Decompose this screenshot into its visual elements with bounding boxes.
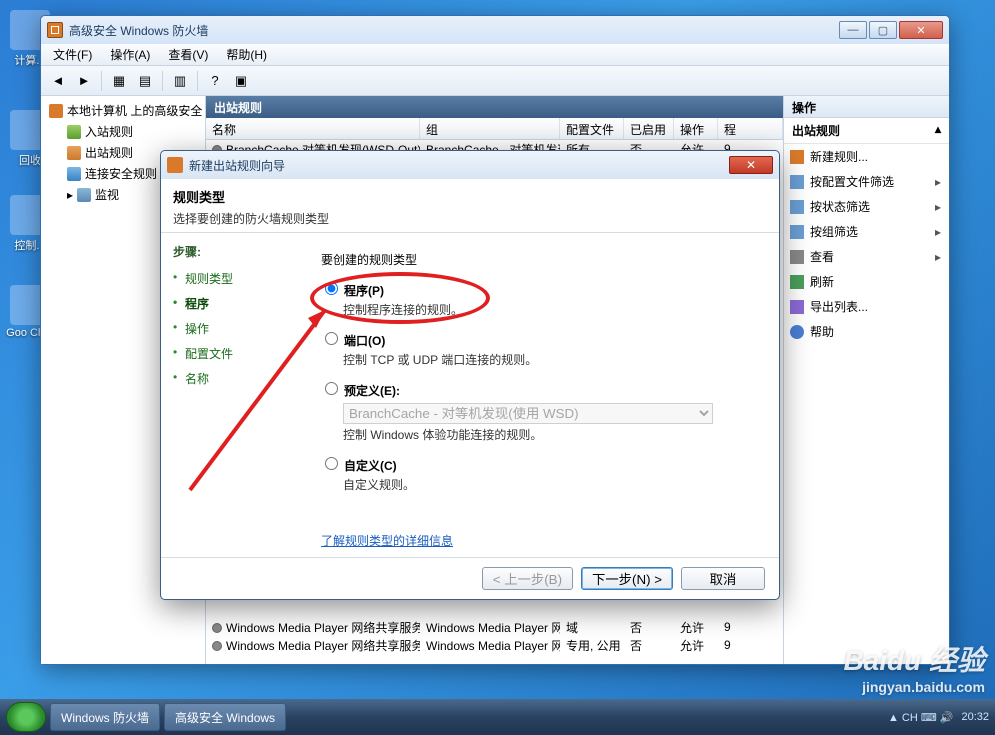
action-item[interactable]: 按状态筛选▸ [784, 194, 949, 219]
predefined-select: BranchCache - 对等机发现(使用 WSD) [343, 403, 713, 424]
firewall-icon [167, 157, 183, 173]
wizard-question: 要创建的规则类型 [321, 251, 759, 268]
minimize-button[interactable]: — [839, 21, 867, 39]
col-rest[interactable]: 程 [718, 118, 783, 139]
start-button[interactable] [6, 702, 46, 732]
action-item[interactable]: 按组筛选▸ [784, 219, 949, 244]
maximize-button[interactable]: ▢ [869, 21, 897, 39]
wizard-main: 要创建的规则类型 程序(P) 控制程序连接的规则。 端口(O) 控制 TCP 或… [311, 233, 779, 557]
option-port[interactable]: 端口(O) 控制 TCP 或 UDP 端口连接的规则。 [325, 332, 759, 368]
titlebar[interactable]: 高级安全 Windows 防火墙 — ▢ ✕ [41, 16, 949, 44]
wizard-step[interactable]: 操作 [173, 316, 299, 341]
taskbar: Windows 防火墙 高级安全 Windows ▲ CH ⌨ 🔊 20:32 [0, 699, 995, 735]
action-icon [790, 225, 804, 239]
table-row[interactable]: Windows Media Player 网络共享服务... Windows M… [206, 636, 783, 654]
option-program[interactable]: 程序(P) 控制程序连接的规则。 [325, 282, 759, 318]
tree-inbound[interactable]: 入站规则 [43, 121, 203, 142]
task-advsec[interactable]: 高级安全 Windows [164, 703, 286, 731]
window-title: 高级安全 Windows 防火墙 [69, 22, 833, 39]
watermark: Baidu 经验 jingyan.baidu.com [843, 639, 985, 695]
actions-header: 操作 [784, 96, 949, 118]
radio-custom[interactable] [325, 457, 338, 470]
back-button[interactable]: ◄ [47, 70, 69, 92]
wizard-step[interactable]: 名称 [173, 366, 299, 391]
menu-help[interactable]: 帮助(H) [218, 44, 275, 65]
table-header: 名称 组 配置文件 已启用 操作 程 [206, 118, 783, 140]
table-row[interactable]: Windows Media Player 网络共享服务... Windows M… [206, 618, 783, 636]
wizard-heading: 规则类型 [173, 187, 767, 206]
wizard-titlebar[interactable]: 新建出站规则向导 ✕ [161, 151, 779, 179]
col-profile[interactable]: 配置文件 [560, 118, 624, 139]
col-group[interactable]: 组 [420, 118, 560, 139]
tree-root[interactable]: 本地计算机 上的高级安全 Win [43, 100, 203, 121]
firewall-icon [49, 104, 63, 118]
action-icon [790, 150, 804, 164]
next-button[interactable]: 下一步(N) > [581, 567, 673, 590]
security-icon [67, 167, 81, 181]
panel-header: 出站规则 [206, 96, 783, 118]
new-rule-wizard: 新建出站规则向导 ✕ 规则类型 选择要创建的防火墙规则类型 步骤: 规则类型程序… [160, 150, 780, 600]
option-custom[interactable]: 自定义(C) 自定义规则。 [325, 457, 759, 493]
actions-subheader: 出站规则▴ [784, 118, 949, 144]
action-icon [790, 325, 804, 339]
monitor-icon [77, 188, 91, 202]
wizard-header: 规则类型 选择要创建的防火墙规则类型 [161, 179, 779, 233]
toolbar-btn-5[interactable]: ▣ [230, 70, 252, 92]
wizard-subheading: 选择要创建的防火墙规则类型 [173, 210, 767, 227]
wizard-title: 新建出站规则向导 [189, 157, 723, 174]
action-icon [790, 300, 804, 314]
menu-file[interactable]: 文件(F) [45, 44, 100, 65]
toolbar-btn-2[interactable]: ▤ [134, 70, 156, 92]
steps-label: 步骤: [173, 243, 299, 260]
wizard-close-button[interactable]: ✕ [729, 156, 773, 174]
action-item[interactable]: 帮助 [784, 319, 949, 344]
radio-predefined[interactable] [325, 382, 338, 395]
action-item[interactable]: 导出列表... [784, 294, 949, 319]
action-item[interactable]: 按配置文件筛选▸ [784, 169, 949, 194]
firewall-icon [47, 22, 63, 38]
menu-action[interactable]: 操作(A) [102, 44, 158, 65]
inbound-icon [67, 125, 81, 139]
wizard-steps: 步骤: 规则类型程序操作配置文件名称 [161, 233, 311, 557]
task-firewall[interactable]: Windows 防火墙 [50, 703, 160, 731]
option-predefined[interactable]: 预定义(E): BranchCache - 对等机发现(使用 WSD) 控制 W… [325, 382, 759, 443]
action-item[interactable]: 刷新 [784, 269, 949, 294]
wizard-step[interactable]: 配置文件 [173, 341, 299, 366]
close-button[interactable]: ✕ [899, 21, 943, 39]
action-icon [790, 250, 804, 264]
action-icon [790, 200, 804, 214]
forward-button[interactable]: ► [73, 70, 95, 92]
col-enabled[interactable]: 已启用 [624, 118, 674, 139]
action-icon [790, 275, 804, 289]
back-button: < 上一步(B) [482, 567, 573, 590]
radio-program[interactable] [325, 282, 338, 295]
menu-view[interactable]: 查看(V) [160, 44, 216, 65]
toolbar-btn-3[interactable]: ▥ [169, 70, 191, 92]
col-action[interactable]: 操作 [674, 118, 718, 139]
learn-more-link[interactable]: 了解规则类型的详细信息 [321, 532, 453, 549]
actions-panel: 操作 出站规则▴ 新建规则... 按配置文件筛选▸ 按状态筛选▸ 按组筛选▸ 查… [784, 96, 949, 664]
radio-port[interactable] [325, 332, 338, 345]
toolbar-btn-1[interactable]: ▦ [108, 70, 130, 92]
toolbar-btn-help[interactable]: ? [204, 70, 226, 92]
action-icon [790, 175, 804, 189]
wizard-footer: < 上一步(B) 下一步(N) > 取消 [161, 557, 779, 599]
cancel-button[interactable]: 取消 [681, 567, 765, 590]
toolbar: ◄ ► ▦ ▤ ▥ ? ▣ [41, 66, 949, 96]
wizard-step[interactable]: 规则类型 [173, 266, 299, 291]
outbound-icon [67, 146, 81, 160]
wizard-step[interactable]: 程序 [173, 291, 299, 316]
menubar: 文件(F) 操作(A) 查看(V) 帮助(H) [41, 44, 949, 66]
action-item[interactable]: 查看▸ [784, 244, 949, 269]
action-item[interactable]: 新建规则... [784, 144, 949, 169]
system-tray[interactable]: ▲ CH ⌨ 🔊 20:32 [888, 711, 989, 724]
col-name[interactable]: 名称 [206, 118, 420, 139]
